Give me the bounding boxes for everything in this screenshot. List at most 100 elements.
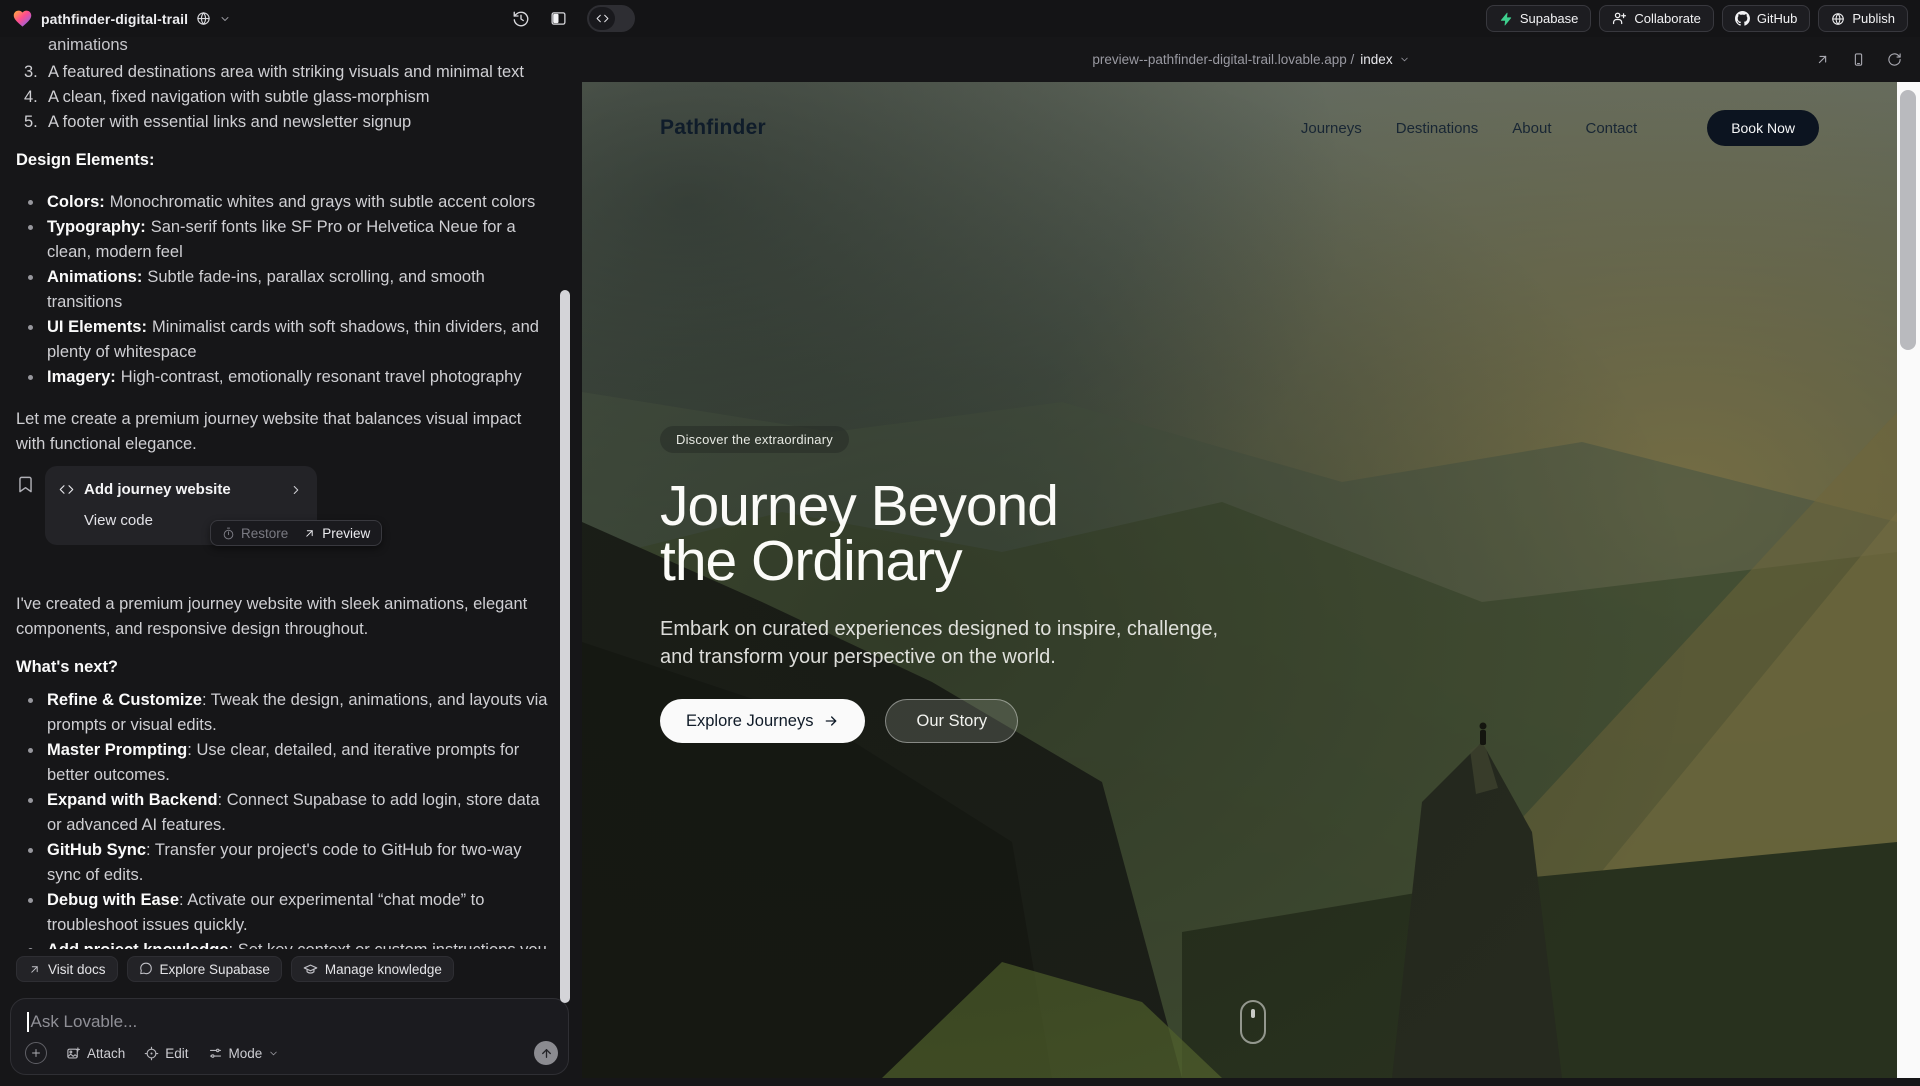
mode-selector[interactable]: Mode — [208, 1046, 280, 1061]
explore-journeys-button[interactable]: Explore Journeys — [660, 699, 865, 743]
list-item: Debug with Ease: Activate our experiment… — [16, 888, 549, 938]
list-item: Expand with Backend: Connect Supabase to… — [16, 788, 549, 838]
bullet-dot — [28, 848, 33, 853]
arrow-up-right-icon — [28, 963, 41, 976]
composer-toolbar: Attach Edit Mode — [25, 1041, 558, 1065]
send-button[interactable] — [534, 1041, 558, 1065]
bookmark-icon[interactable] — [16, 475, 35, 494]
explore-supabase-chip[interactable]: Explore Supabase — [127, 956, 282, 982]
open-external-icon[interactable] — [1815, 52, 1830, 67]
clipped-list-line: animations — [16, 37, 549, 58]
chat-message-area: animations 3.A featured destinations are… — [0, 37, 559, 949]
list-item: 5.A footer with essential links and news… — [16, 110, 549, 135]
prompt-composer[interactable]: Ask Lovable... Attach Edit Mode — [10, 998, 569, 1075]
bullet-dot — [28, 948, 33, 949]
nav-link-contact[interactable]: Contact — [1585, 120, 1637, 137]
chat-scrollbar-thumb[interactable] — [560, 290, 570, 1003]
list-text: A clean, fixed navigation with subtle gl… — [48, 85, 430, 110]
refresh-icon[interactable] — [1887, 52, 1902, 67]
list-item: 3.A featured destinations area with stri… — [16, 60, 549, 85]
bullet-dot — [28, 798, 33, 803]
bullet-dot — [28, 698, 33, 703]
list-item: Add project knowledge: Set key context o… — [16, 938, 549, 949]
site-logo[interactable]: Pathfinder — [660, 116, 766, 140]
lovable-heart-logo — [12, 8, 33, 29]
code-icon — [596, 12, 609, 25]
edit-mode-button[interactable]: Edit — [144, 1046, 188, 1061]
restore-preview-pill: Restore Preview — [210, 520, 382, 546]
site-nav-links: Journeys Destinations About Contact Book… — [1301, 110, 1819, 146]
preview-url-bar[interactable]: preview--pathfinder-digital-trail.lovabl… — [1092, 52, 1409, 67]
publish-button[interactable]: Publish — [1818, 5, 1908, 32]
project-menu[interactable]: pathfinder-digital-trail — [12, 8, 231, 29]
list-number: 4. — [24, 85, 38, 110]
bullet-dot — [28, 898, 33, 903]
github-button[interactable]: GitHub — [1722, 5, 1810, 32]
arrow-up-icon — [540, 1047, 553, 1060]
collaborate-button[interactable]: Collaborate — [1599, 5, 1714, 32]
supabase-bolt-icon — [1499, 12, 1513, 26]
github-label: GitHub — [1757, 11, 1797, 26]
code-icon — [59, 482, 74, 497]
list-item: Typography:San-serif fonts like SF Pro o… — [16, 215, 549, 265]
tool-card-title: Add journey website — [84, 477, 231, 502]
chevron-right-icon — [289, 483, 303, 497]
assistant-paragraph: I've created a premium journey website w… — [16, 592, 549, 642]
numbered-list: 3.A featured destinations area with stri… — [16, 60, 549, 135]
project-name: pathfinder-digital-trail — [41, 11, 188, 27]
restore-button[interactable]: Restore — [222, 521, 288, 546]
timer-icon — [222, 527, 235, 540]
edit-summary-card[interactable]: Add journey website View code Restore Pr… — [45, 466, 317, 545]
bullet-dot — [28, 200, 33, 205]
design-elements-heading: Design Elements: — [16, 148, 549, 173]
chat-bubble-icon — [139, 962, 153, 976]
bullet-dot — [28, 225, 33, 230]
prompt-input[interactable]: Ask Lovable... — [27, 1012, 137, 1032]
chevron-down-icon[interactable] — [219, 13, 231, 25]
tool-card-row: Add journey website View code Restore Pr… — [16, 466, 549, 545]
chat-panel: animations 3.A featured destinations are… — [0, 37, 573, 1086]
supabase-button[interactable]: Supabase — [1486, 5, 1592, 32]
plus-icon — [30, 1047, 42, 1059]
list-item: Animations:Subtle fade-ins, parallax scr… — [16, 265, 549, 315]
design-bullet-list: Colors:Monochromatic whites and grays wi… — [16, 190, 549, 390]
text-caret — [27, 1012, 29, 1032]
preview-button[interactable]: Preview — [303, 521, 370, 546]
book-now-button[interactable]: Book Now — [1707, 110, 1819, 146]
add-button[interactable] — [25, 1042, 47, 1064]
bullet-dot — [28, 325, 33, 330]
bullet-dot — [28, 375, 33, 380]
history-icon[interactable] — [512, 10, 530, 28]
list-item: Refine & Customize: Tweak the design, an… — [16, 688, 549, 738]
hero-subheadline: Embark on curated experiences designed t… — [660, 616, 1252, 671]
editor-tools — [512, 0, 635, 37]
nav-link-about[interactable]: About — [1512, 120, 1551, 137]
visit-docs-chip[interactable]: Visit docs — [16, 956, 118, 982]
nav-link-destinations[interactable]: Destinations — [1396, 120, 1479, 137]
hero-headline: Journey Beyond the Ordinary — [660, 479, 1260, 589]
code-toggle-segment[interactable] — [589, 7, 615, 30]
arrow-up-right-icon — [303, 527, 316, 540]
preview-panel: preview--pathfinder-digital-trail.lovabl… — [582, 37, 1920, 1078]
panel-layout-icon[interactable] — [550, 10, 567, 27]
site-scrollbar-thumb[interactable] — [1900, 90, 1916, 350]
mobile-device-icon[interactable] — [1851, 52, 1866, 67]
attach-button[interactable]: Attach — [66, 1046, 125, 1061]
list-item: GitHub Sync: Transfer your project's cod… — [16, 838, 549, 888]
collaborate-label: Collaborate — [1634, 11, 1701, 26]
list-item: 4. A clean, fixed navigation with subtle … — [16, 85, 549, 110]
chevron-down-icon — [268, 1048, 279, 1059]
supabase-label: Supabase — [1520, 11, 1579, 26]
our-story-button[interactable]: Our Story — [885, 699, 1018, 743]
target-edit-icon — [144, 1046, 159, 1061]
code-preview-toggle[interactable] — [587, 5, 635, 32]
nav-link-journeys[interactable]: Journeys — [1301, 120, 1362, 137]
publish-label: Publish — [1852, 11, 1895, 26]
list-item: Imagery:High-contrast, emotionally reson… — [16, 365, 549, 390]
preview-header: preview--pathfinder-digital-trail.lovabl… — [582, 37, 1920, 82]
chevron-down-icon — [1399, 54, 1410, 65]
site-scrollbar-track[interactable] — [1897, 82, 1920, 1078]
bullet-dot — [28, 748, 33, 753]
manage-knowledge-chip[interactable]: Manage knowledge — [291, 956, 454, 982]
list-text: A featured destinations area with striki… — [48, 60, 524, 85]
